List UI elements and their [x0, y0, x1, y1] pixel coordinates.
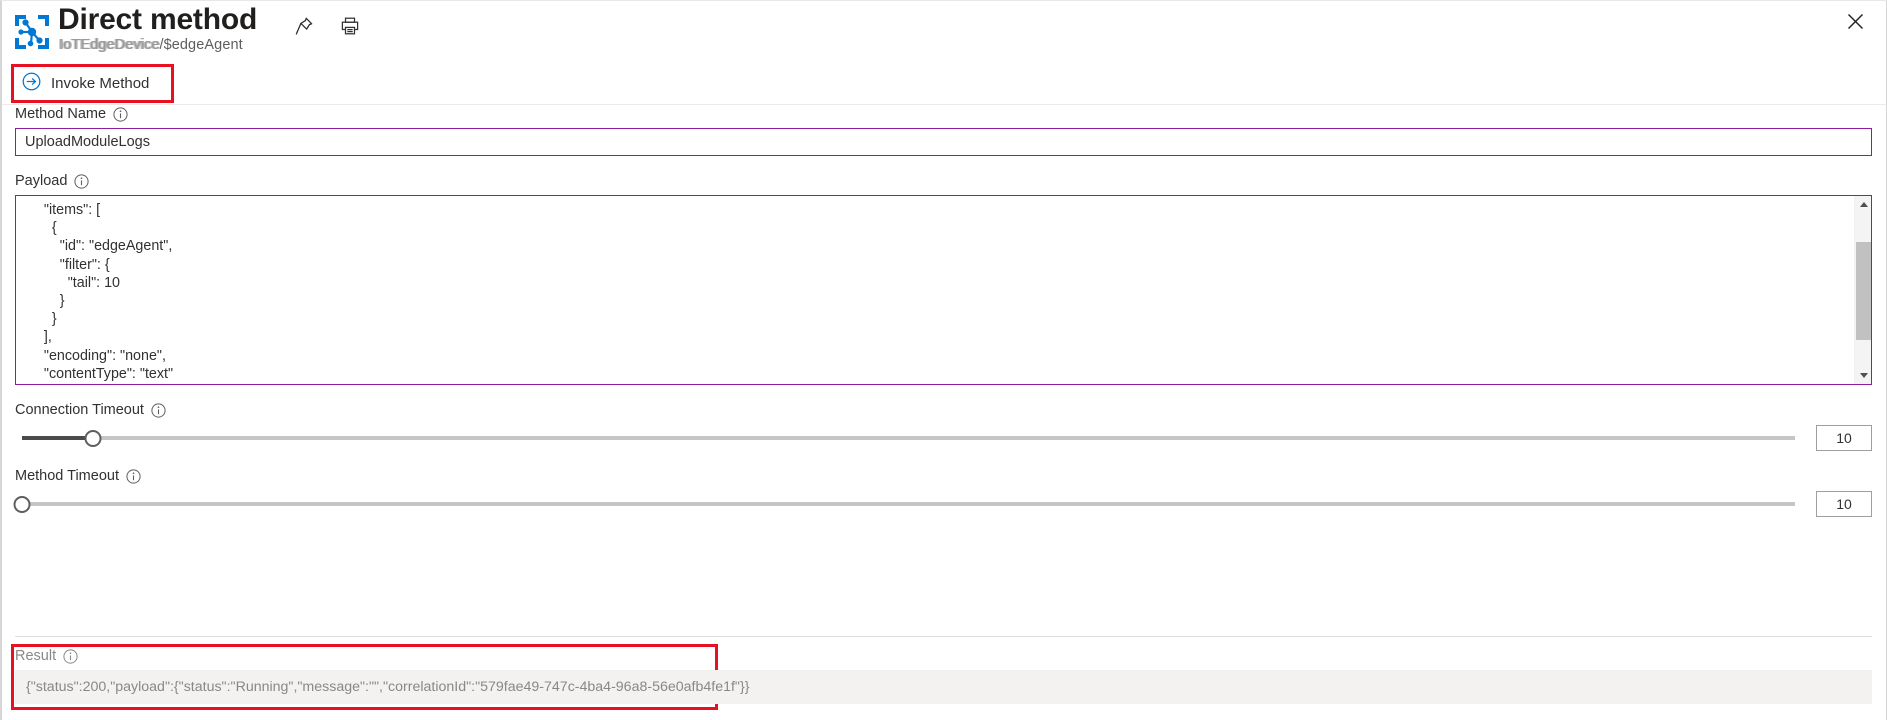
direct-method-blade: Direct method IoTEdgeDevice/$edgeAgent I… [0, 0, 1887, 720]
pin-icon [294, 16, 314, 36]
slider-thumb[interactable] [84, 430, 102, 447]
method-name-label-row: Method Name [15, 105, 1872, 123]
info-icon[interactable] [63, 648, 78, 664]
method-name-input[interactable] [15, 128, 1872, 156]
arrow-right-circle-icon [22, 72, 41, 95]
scroll-up-arrow-icon[interactable] [1855, 196, 1871, 213]
invoke-method-label: Invoke Method [51, 75, 150, 92]
connection-timeout-field: Connection Timeout [15, 401, 1872, 451]
slider-track [22, 436, 1795, 440]
connection-timeout-slider[interactable] [15, 427, 1802, 449]
invoke-method-button[interactable]: Invoke Method [22, 72, 149, 95]
payload-scrollbar-thumb[interactable] [1856, 242, 1871, 340]
method-timeout-input[interactable] [1816, 491, 1872, 517]
print-icon [340, 16, 360, 36]
result-value: {"status":200,"payload":{"status":"Runni… [15, 670, 1872, 704]
pin-blade-button[interactable] [289, 11, 319, 41]
close-icon [1847, 13, 1864, 35]
header-actions [289, 11, 365, 41]
info-icon[interactable] [126, 468, 141, 484]
blade-subtitle-module: /$edgeAgent [159, 37, 243, 53]
slider-thumb[interactable] [13, 496, 31, 513]
result-label: Result [15, 648, 57, 664]
slider-fill [22, 436, 93, 440]
connection-timeout-row [15, 425, 1872, 451]
result-divider [15, 636, 1872, 637]
connection-timeout-label-row: Connection Timeout [15, 401, 1872, 419]
info-icon[interactable] [74, 173, 90, 189]
print-blade-button[interactable] [335, 11, 365, 41]
payload-scrollbar[interactable] [1854, 196, 1871, 384]
info-icon[interactable] [113, 106, 128, 122]
close-blade-button[interactable] [1838, 7, 1872, 41]
blade-subtitle-device: IoTEdgeDevice [59, 37, 160, 53]
connection-timeout-label: Connection Timeout [15, 402, 144, 418]
direct-method-form: Method Name Payload [2, 105, 1886, 533]
method-name-field: Method Name [15, 105, 1872, 156]
method-timeout-label-row: Method Timeout [15, 467, 1872, 485]
blade-subtitle: IoTEdgeDevice/$edgeAgent [59, 37, 243, 53]
result-content: Result {"status":200,"payload":{"status"… [15, 647, 1872, 704]
page-title: Direct method [58, 3, 258, 36]
method-timeout-row [13, 491, 1872, 517]
command-bar: Invoke Method [2, 63, 1886, 105]
scroll-down-arrow-icon[interactable] [1855, 367, 1871, 384]
payload-editor[interactable]: "items": [ { "id": "edgeAgent", "filter"… [15, 195, 1872, 385]
result-label-row: Result [15, 647, 1872, 665]
payload-label: Payload [15, 173, 68, 189]
payload-field: Payload "items": [ { "id": "edgeAgent", … [15, 172, 1872, 385]
payload-text[interactable]: "items": [ { "id": "edgeAgent", "filter"… [16, 196, 1871, 384]
connection-timeout-input[interactable] [1816, 425, 1872, 451]
slider-track [22, 502, 1795, 506]
payload-label-row: Payload [15, 172, 1872, 190]
direct-method-icon [11, 11, 53, 53]
blade-header: Direct method IoTEdgeDevice/$edgeAgent [2, 1, 1886, 63]
method-timeout-label: Method Timeout [15, 468, 119, 484]
method-timeout-slider[interactable] [13, 493, 1802, 515]
method-name-label: Method Name [15, 106, 107, 122]
info-icon[interactable] [151, 402, 166, 418]
method-timeout-field: Method Timeout [13, 467, 1872, 517]
